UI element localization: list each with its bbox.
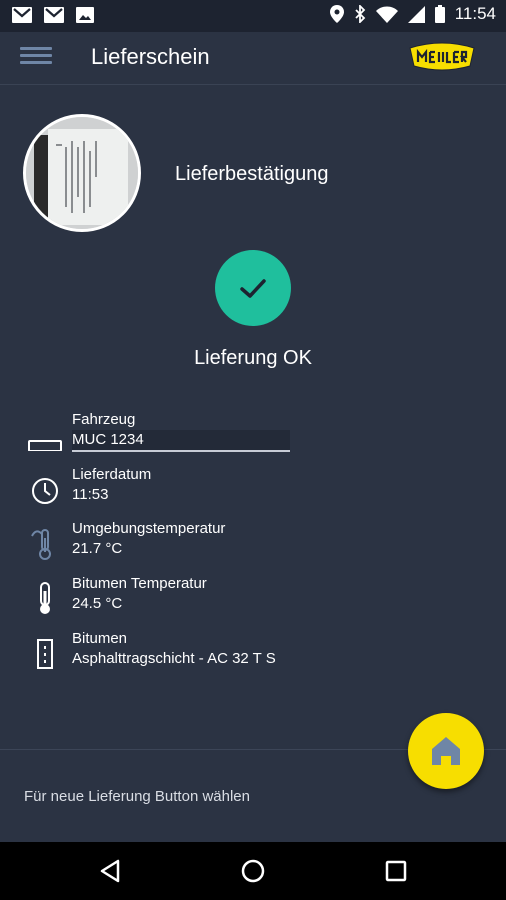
home-icon[interactable] <box>238 856 268 886</box>
system-nav-bar <box>0 842 506 900</box>
wifi-icon <box>375 6 398 23</box>
clock-icon <box>28 472 62 506</box>
vehicle-value: MUC 1234 <box>72 431 144 448</box>
recents-icon[interactable] <box>381 856 411 886</box>
footer-hint: Für neue Lieferung Button wählen <box>24 788 250 805</box>
bluetooth-icon <box>355 5 365 23</box>
detail-label: Umgebungstemperatur <box>72 520 226 537</box>
delivery-photo[interactable] <box>23 114 141 232</box>
truck-icon <box>28 417 62 452</box>
status-bar: 11:54 <box>0 0 506 32</box>
battery-icon <box>434 5 445 23</box>
detail-value: Asphalttragschicht - AC 32 T S <box>72 650 276 667</box>
checkmark-icon <box>240 279 266 298</box>
status-ok-indicator <box>215 250 291 326</box>
home-icon <box>432 737 460 765</box>
menu-button[interactable] <box>20 43 52 73</box>
detail-label: Bitumen Temperatur <box>72 575 207 592</box>
detail-label: Bitumen <box>72 630 128 647</box>
status-label: Lieferung OK <box>194 347 312 369</box>
detail-label: Lieferdatum <box>72 466 152 483</box>
vehicle-field[interactable]: MUC 1234 <box>72 430 290 452</box>
photo-title: Lieferbestätigung <box>175 163 329 185</box>
image-icon <box>76 7 96 23</box>
status-time: 11:54 <box>454 4 496 23</box>
detail-value: 21.7 °C <box>72 540 123 557</box>
detail-value: 24.5 °C <box>72 595 123 612</box>
thermometer-icon <box>28 581 62 615</box>
location-icon <box>329 5 344 23</box>
new-delivery-button[interactable] <box>408 713 484 789</box>
back-icon[interactable] <box>96 856 126 886</box>
page-title: Lieferschein <box>91 44 210 69</box>
gmail-icon <box>44 7 64 23</box>
app-bar: Lieferschein <box>0 32 506 85</box>
signal-icon <box>407 5 425 23</box>
detail-value: 11:53 <box>72 486 109 503</box>
thermometer-ambient-icon <box>28 526 62 560</box>
bitumen-icon <box>28 636 62 670</box>
gmail-icon <box>12 7 32 23</box>
detail-label: Fahrzeug <box>72 411 136 428</box>
meiller-logo <box>408 42 476 72</box>
